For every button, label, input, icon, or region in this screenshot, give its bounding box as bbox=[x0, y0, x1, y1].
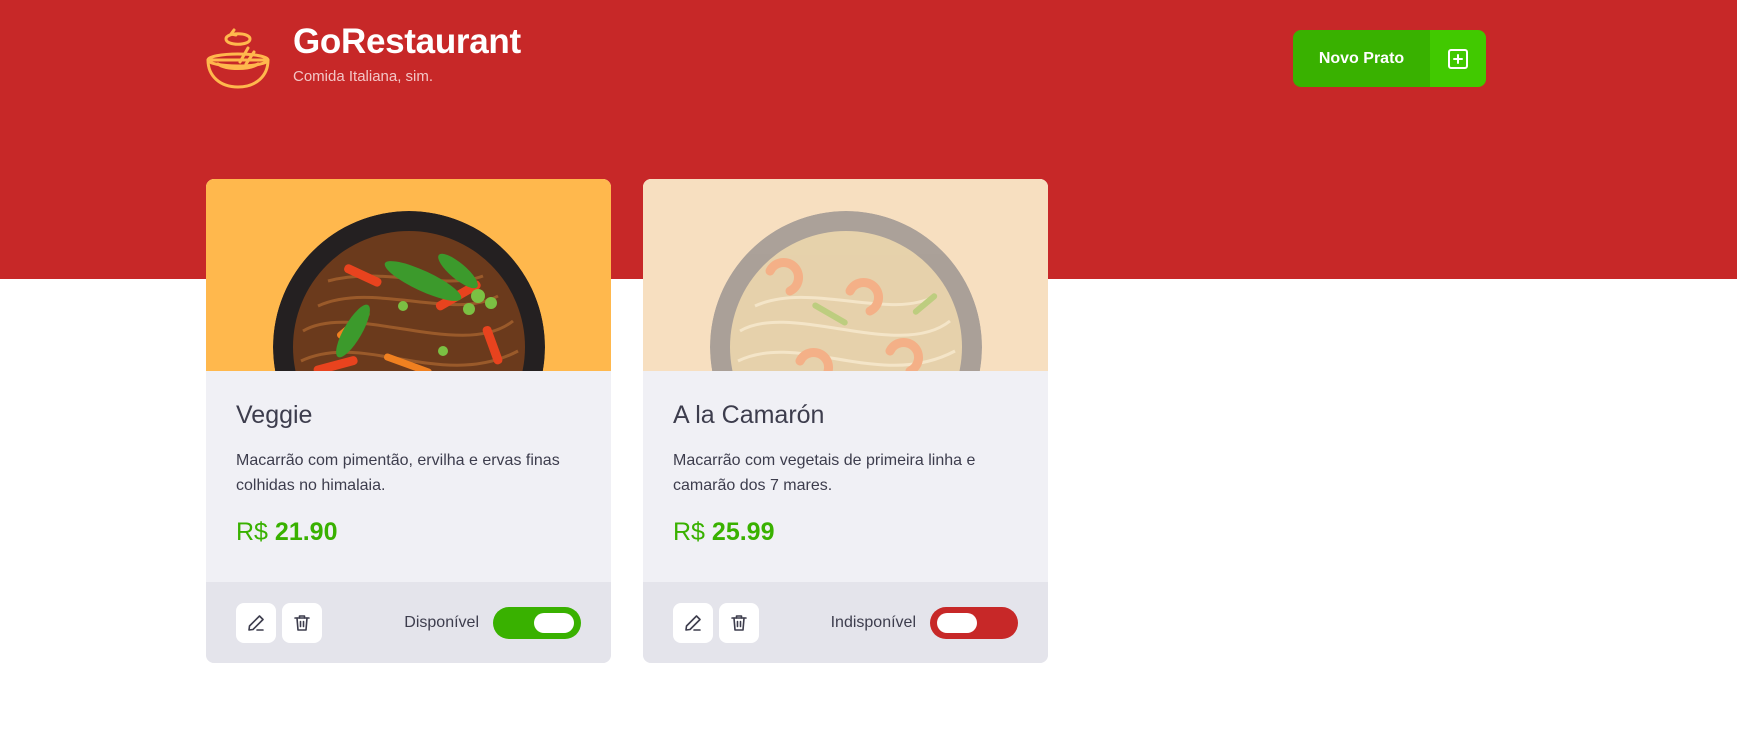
app-title: GoRestaurant bbox=[293, 22, 521, 61]
toggle-knob bbox=[937, 612, 977, 633]
availability-toggle[interactable] bbox=[930, 606, 1018, 639]
availability-toggle[interactable] bbox=[493, 606, 581, 639]
price-currency: R$ bbox=[673, 518, 705, 546]
new-dish-label: Novo Prato bbox=[1293, 30, 1430, 87]
price-value: 21.90 bbox=[274, 518, 338, 546]
dish-description: Macarrão com pimentão, ervilha e ervas f… bbox=[236, 452, 560, 494]
dish-name: Veggie bbox=[236, 401, 313, 429]
dish-price: R$ 25.99 bbox=[673, 518, 1018, 547]
delete-button[interactable] bbox=[282, 602, 322, 643]
food-card: Veggie Macarrão com pimentão, ervilha e … bbox=[206, 179, 611, 663]
food-details: A la Camarón Macarrão com vegetais de pr… bbox=[643, 371, 1048, 546]
food-card: A la Camarón Macarrão com vegetais de pr… bbox=[643, 179, 1048, 663]
toggle-knob bbox=[534, 612, 574, 633]
trash-icon bbox=[294, 614, 310, 631]
bowl-icon bbox=[206, 28, 270, 89]
food-image bbox=[206, 179, 611, 371]
food-details: Veggie Macarrão com pimentão, ervilha e … bbox=[206, 371, 611, 546]
dish-description: Macarrão com vegetais de primeira linha … bbox=[673, 452, 976, 494]
availability-label: Indisponível bbox=[830, 613, 916, 631]
plus-square-icon bbox=[1448, 48, 1468, 69]
card-footer: Indisponível bbox=[643, 582, 1048, 663]
delete-button[interactable] bbox=[719, 602, 759, 643]
noodle-plate-image bbox=[273, 211, 545, 371]
shrimp-plate-image bbox=[710, 211, 982, 371]
card-footer: Disponível bbox=[206, 582, 611, 663]
availability-control: Indisponível bbox=[830, 606, 1018, 639]
new-dish-icon-container bbox=[1430, 30, 1486, 87]
trash-icon bbox=[731, 614, 747, 631]
edit-button[interactable] bbox=[236, 602, 276, 643]
edit-button[interactable] bbox=[673, 602, 713, 643]
new-dish-button[interactable]: Novo Prato bbox=[1293, 30, 1486, 87]
app-subtitle: Comida Italiana, sim. bbox=[293, 68, 434, 85]
price-currency: R$ bbox=[236, 518, 268, 546]
dish-price: R$ 21.90 bbox=[236, 518, 581, 547]
pencil-icon bbox=[685, 614, 701, 631]
price-value: 25.99 bbox=[711, 518, 775, 546]
pencil-icon bbox=[248, 614, 264, 631]
food-image bbox=[643, 179, 1048, 371]
dish-name: A la Camarón bbox=[673, 401, 825, 429]
availability-label: Disponível bbox=[404, 613, 479, 631]
availability-control: Disponível bbox=[404, 606, 581, 639]
